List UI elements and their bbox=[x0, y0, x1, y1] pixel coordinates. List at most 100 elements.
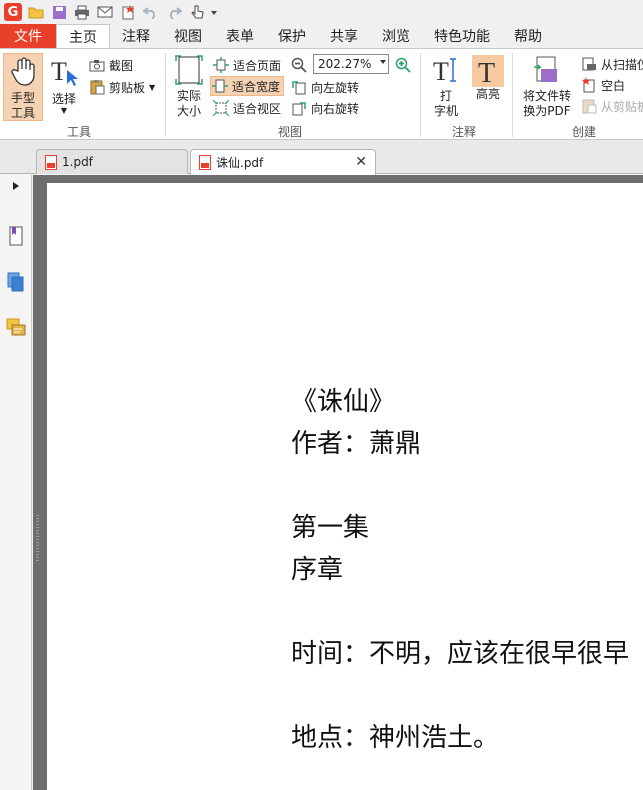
tab-file[interactable]: 文件 bbox=[0, 24, 56, 48]
svg-text:T: T bbox=[478, 58, 495, 87]
tab-help[interactable]: 帮助 bbox=[502, 24, 554, 48]
highlight-button[interactable]: T 高亮 bbox=[470, 53, 506, 121]
hand-icon bbox=[9, 57, 37, 91]
expand-panel-button[interactable] bbox=[5, 179, 27, 193]
pages-icon[interactable] bbox=[5, 271, 27, 293]
email-icon[interactable] bbox=[94, 1, 116, 23]
blank-page-icon bbox=[580, 76, 598, 94]
snapshot-button[interactable]: 截图 bbox=[88, 55, 133, 75]
zoom-in-button[interactable] bbox=[394, 55, 415, 75]
convert-to-pdf-button[interactable]: 将文件转 换为PDF bbox=[518, 53, 576, 121]
rotate-left-label: 向左旋转 bbox=[311, 80, 360, 95]
fit-page-button[interactable]: 适合页面 bbox=[212, 55, 281, 75]
new-blank-icon[interactable] bbox=[117, 1, 139, 23]
hand-cursor-icon[interactable] bbox=[186, 1, 208, 23]
chevron-down-icon bbox=[380, 60, 386, 64]
fit-width-icon bbox=[211, 77, 229, 95]
undo-icon[interactable] bbox=[140, 1, 162, 23]
tab-features[interactable]: 特色功能 bbox=[422, 24, 502, 48]
hand-tool-button[interactable]: 手型 工具 bbox=[3, 53, 43, 121]
blank-page-button[interactable]: 空白 bbox=[580, 75, 625, 95]
group-label-comment: 注释 bbox=[452, 125, 477, 139]
navigation-panel bbox=[0, 175, 32, 790]
from-scanner-button[interactable]: 从扫描仪 bbox=[580, 54, 643, 74]
doc-text-line: 《诛仙》 bbox=[291, 387, 396, 417]
document-tabs: 1.pdf 诛仙.pdf ✕ bbox=[0, 140, 643, 175]
clipboard-icon bbox=[88, 78, 106, 96]
zoom-out-icon bbox=[290, 56, 308, 74]
svg-text:T: T bbox=[51, 57, 67, 86]
blank-page-label: 空白 bbox=[601, 78, 626, 93]
redo-icon[interactable] bbox=[163, 1, 185, 23]
document-viewer[interactable]: 《诛仙》 作者：萧鼎 第一集 序章 时间：不明，应该在很早很早 地点：神州浩土。 bbox=[33, 175, 643, 790]
doc-tab-label: 1.pdf bbox=[62, 155, 93, 169]
actual-size-button[interactable]: 实际 大小 bbox=[172, 53, 206, 121]
fit-page-icon bbox=[212, 56, 230, 74]
tab-home[interactable]: 主页 bbox=[56, 24, 110, 49]
from-clipboard-label: 从剪贴板 bbox=[601, 99, 643, 114]
group-separator bbox=[165, 53, 166, 137]
bookmark-icon[interactable] bbox=[5, 225, 27, 247]
svg-text:T: T bbox=[433, 57, 449, 85]
convert-pdf-icon bbox=[533, 55, 561, 89]
doc-tab-zhuxian-pdf[interactable]: 诛仙.pdf ✕ bbox=[190, 149, 376, 175]
snapshot-label: 截图 bbox=[109, 58, 134, 73]
tab-browse[interactable]: 浏览 bbox=[370, 24, 422, 48]
foxit-logo[interactable]: G bbox=[2, 1, 24, 23]
rotate-right-button[interactable]: 向右旋转 bbox=[290, 98, 359, 118]
save-icon[interactable] bbox=[48, 1, 70, 23]
rotate-right-icon bbox=[290, 99, 308, 117]
highlight-label: 高亮 bbox=[475, 87, 500, 101]
pdf-page[interactable]: 《诛仙》 作者：萧鼎 第一集 序章 时间：不明，应该在很早很早 地点：神州浩土。 bbox=[47, 183, 643, 790]
tab-form[interactable]: 表单 bbox=[214, 24, 266, 48]
doc-text-line: 作者：萧鼎 bbox=[291, 429, 422, 459]
typewriter-icon: T bbox=[431, 55, 461, 89]
convert-pdf-label: 将文件转 换为PDF bbox=[522, 89, 571, 118]
group-separator bbox=[420, 53, 421, 137]
clipboard-button[interactable]: 剪贴板 ▼ bbox=[88, 77, 155, 97]
from-clipboard-button: 从剪贴板 bbox=[580, 96, 643, 116]
fit-visible-icon bbox=[212, 99, 230, 117]
comments-icon[interactable] bbox=[5, 317, 27, 339]
typewriter-button[interactable]: T 打 字机 bbox=[428, 53, 464, 121]
quick-access-toolbar: G bbox=[0, 0, 643, 24]
zoom-level-select[interactable]: 202.27% bbox=[313, 54, 389, 74]
doc-tab-label: 诛仙.pdf bbox=[216, 156, 264, 170]
zoom-out-button[interactable] bbox=[290, 55, 311, 75]
camera-icon bbox=[88, 56, 106, 74]
clipboard-label: 剪贴板 bbox=[109, 80, 146, 95]
actual-size-icon bbox=[175, 55, 203, 89]
close-icon[interactable]: ✕ bbox=[355, 154, 367, 170]
tab-view[interactable]: 视图 bbox=[162, 24, 214, 48]
group-separator bbox=[512, 53, 513, 137]
open-folder-icon[interactable] bbox=[25, 1, 47, 23]
fit-width-button[interactable]: 适合宽度 bbox=[210, 76, 285, 96]
customize-dropdown-icon[interactable] bbox=[209, 1, 219, 23]
panel-resize-handle[interactable] bbox=[36, 515, 39, 563]
doc-text-line: 时间：不明，应该在很早很早 bbox=[291, 639, 630, 669]
ribbon-tabs: 文件 主页 注释 视图 表单 保护 共享 浏览 特色功能 帮助 bbox=[0, 24, 643, 49]
select-label: 选择 bbox=[51, 92, 76, 106]
scanner-icon bbox=[580, 55, 598, 73]
clipboard-icon bbox=[580, 97, 598, 115]
group-label-create: 创建 bbox=[572, 125, 597, 139]
doc-text-line: 地点：神州浩土。 bbox=[291, 723, 500, 753]
hand-tool-label: 手型 工具 bbox=[10, 91, 35, 120]
rotate-left-button[interactable]: 向左旋转 bbox=[290, 77, 359, 97]
select-text-icon: T bbox=[49, 56, 79, 92]
group-label-tools: 工具 bbox=[67, 125, 92, 139]
doc-tab-1pdf[interactable]: 1.pdf bbox=[36, 149, 188, 174]
rotate-left-icon bbox=[290, 78, 308, 96]
group-label-view: 视图 bbox=[278, 125, 303, 139]
print-icon[interactable] bbox=[71, 1, 93, 23]
rotate-right-label: 向右旋转 bbox=[311, 101, 360, 116]
pdf-file-icon bbox=[199, 155, 211, 170]
fit-visible-button[interactable]: 适合视区 bbox=[212, 98, 281, 118]
fit-page-label: 适合页面 bbox=[233, 58, 282, 73]
pdf-file-icon bbox=[45, 154, 57, 170]
tab-share[interactable]: 共享 bbox=[318, 24, 370, 48]
tab-comment[interactable]: 注释 bbox=[110, 24, 162, 48]
tab-protect[interactable]: 保护 bbox=[266, 24, 318, 48]
select-button[interactable]: T 选择 ▼ bbox=[47, 53, 81, 121]
highlight-icon: T bbox=[472, 55, 504, 89]
